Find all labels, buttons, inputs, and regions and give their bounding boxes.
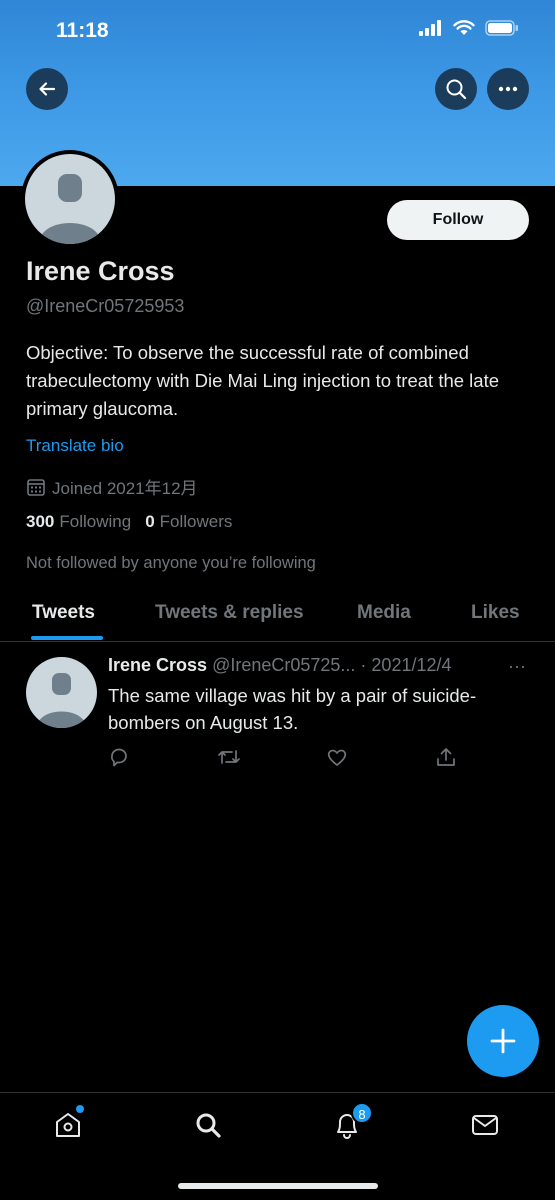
- tweet-author-handle: @IreneCr05725...: [212, 655, 356, 675]
- home-unread-dot: [76, 1105, 84, 1113]
- back-arrow-icon: [39, 82, 56, 96]
- not-followed-note: Not followed by anyone you’re following: [26, 554, 316, 572]
- share-icon: [437, 748, 455, 766]
- followers-label: Followers: [159, 512, 233, 531]
- like-button[interactable]: [326, 746, 348, 773]
- tweet-header: Irene Cross @IreneCr05725... · 2021/12/4: [108, 655, 538, 676]
- active-tab-indicator: [31, 636, 103, 640]
- tweet-avatar[interactable]: [26, 657, 97, 728]
- profile-avatar[interactable]: [21, 150, 119, 248]
- notifications-badge: 8: [351, 1102, 373, 1124]
- status-icons: [419, 20, 519, 36]
- status-time: 11:18: [56, 19, 109, 42]
- following-label: Following: [59, 512, 132, 531]
- follow-stats: 300 Following 0 Followers: [26, 512, 232, 532]
- home-indicator: [178, 1183, 378, 1189]
- profile-screen: 11:18 Follow Irene Cross @IreneCr0572595…: [0, 0, 555, 1200]
- battery-icon: [485, 20, 518, 36]
- followers-count: 0: [145, 512, 155, 531]
- following-link[interactable]: 300 Following: [26, 512, 131, 532]
- tweet-text: The same village was hit by a pair of su…: [108, 685, 477, 733]
- followers-link[interactable]: 0 Followers: [145, 512, 232, 532]
- following-count: 300: [26, 512, 55, 531]
- share-button[interactable]: [435, 746, 457, 773]
- compose-icon: [490, 1028, 516, 1054]
- home-icon: [56, 1113, 80, 1137]
- wifi-icon: [453, 20, 475, 35]
- joined-text: Joined 2021年12月: [52, 479, 198, 498]
- nav-messages[interactable]: [469, 1109, 501, 1141]
- signal-icon: [419, 20, 441, 36]
- translate-bio-link[interactable]: Translate bio: [26, 436, 124, 456]
- search-icon: [446, 79, 467, 100]
- nav-explore[interactable]: [192, 1109, 224, 1141]
- profile-name: Irene Cross: [26, 256, 175, 286]
- explore-icon: [196, 1113, 221, 1138]
- follow-button[interactable]: Follow: [387, 200, 529, 240]
- tweet-more-button[interactable]: ···: [508, 656, 526, 677]
- tab-tweets[interactable]: Tweets: [32, 602, 95, 624]
- tab-likes[interactable]: Likes: [471, 602, 520, 624]
- more-icon: [498, 86, 518, 92]
- like-icon: [327, 749, 347, 766]
- tweet-author-name[interactable]: Irene Cross: [108, 655, 207, 675]
- nav-home[interactable]: [52, 1109, 84, 1141]
- calendar-icon: [27, 478, 45, 496]
- messages-icon: [472, 1115, 498, 1135]
- tweet-date[interactable]: 2021/12/4: [371, 655, 451, 675]
- back-button[interactable]: [26, 68, 68, 110]
- tweet-separator: ·: [355, 655, 372, 675]
- retweet-icon: [218, 750, 240, 764]
- search-button[interactable]: [435, 68, 477, 110]
- joined-date: Joined 2021年12月: [26, 474, 198, 499]
- profile-tabs: Tweets Tweets & replies Media Likes: [0, 590, 555, 642]
- profile-handle: @IreneCr05725953: [26, 296, 185, 316]
- retweet-button[interactable]: [217, 746, 241, 773]
- profile-bio: Objective: To observe the successful rat…: [26, 342, 500, 419]
- default-avatar-image: [25, 154, 115, 244]
- reply-icon: [111, 748, 127, 767]
- reply-button[interactable]: [108, 746, 130, 773]
- tab-media[interactable]: Media: [357, 602, 411, 624]
- more-button[interactable]: [487, 68, 529, 110]
- compose-tweet-button[interactable]: [467, 1005, 539, 1077]
- tab-tweets-replies[interactable]: Tweets & replies: [155, 602, 304, 624]
